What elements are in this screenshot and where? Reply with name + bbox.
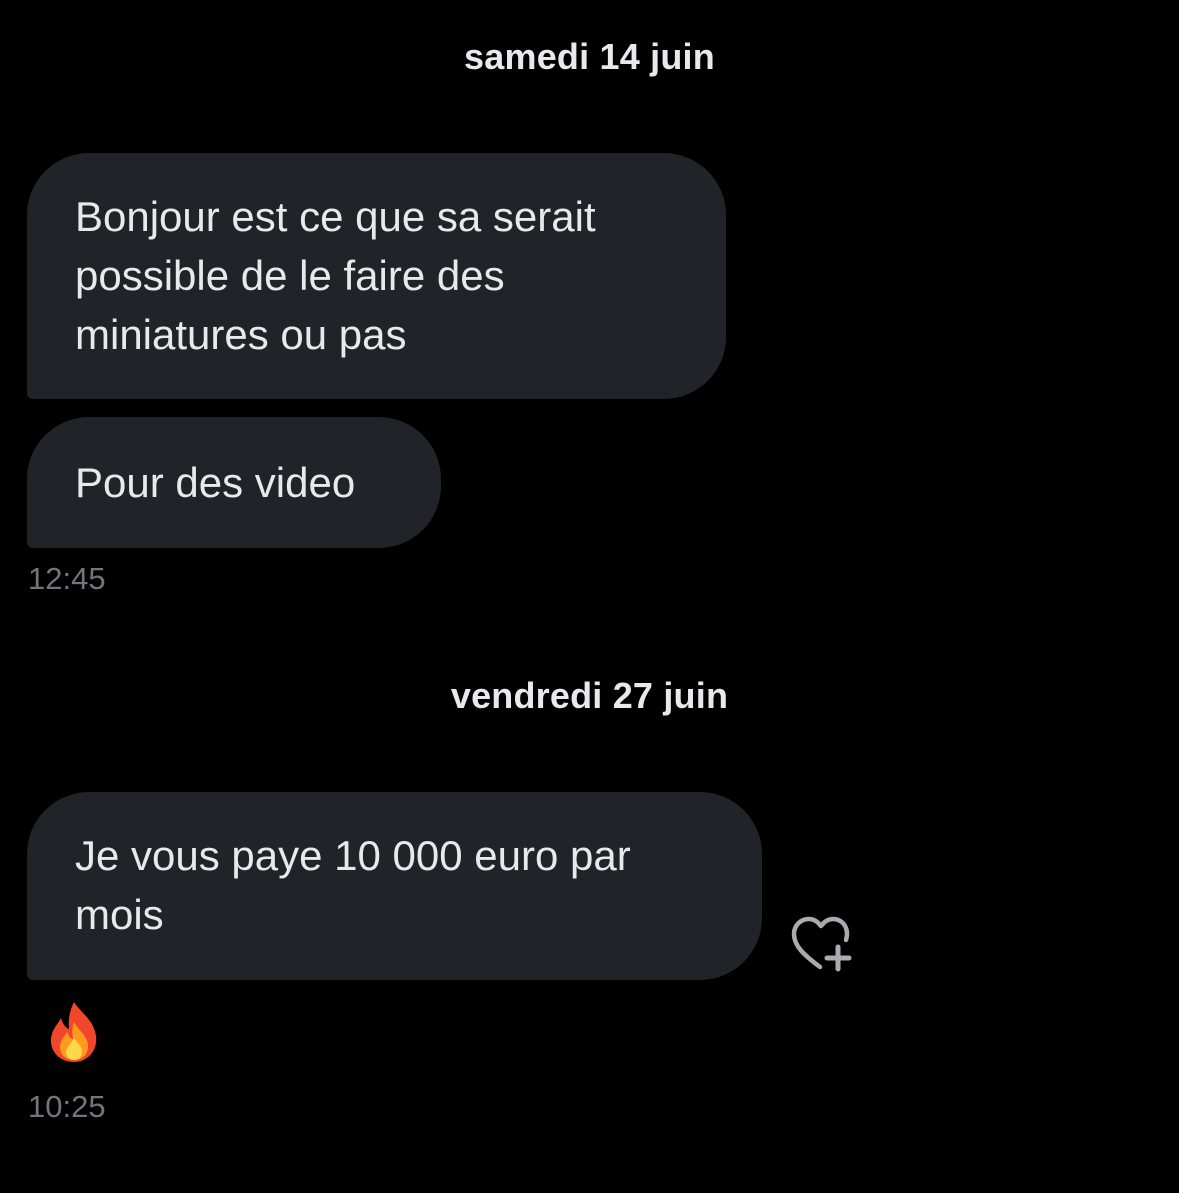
message-bubble[interactable]: Pour des video (27, 417, 441, 548)
message-text-line: Bonjour est ce que sa serait (75, 193, 596, 240)
fire-emoji[interactable] (44, 1000, 104, 1064)
message-bubble[interactable]: Bonjour est ce que sa serait possible de… (27, 153, 726, 399)
message-text-line: mois (75, 891, 164, 938)
message-text-line: Je vous paye 10 000 euro par (75, 832, 631, 879)
message-timestamp: 10:25 (28, 1089, 106, 1124)
date-separator: samedi 14 juin (464, 36, 715, 77)
date-separator: vendredi 27 juin (450, 675, 729, 716)
heart-plus-icon[interactable] (790, 915, 854, 973)
message-timestamp: 12:45 (28, 561, 106, 596)
message-text-line: Pour des video (75, 459, 356, 506)
message-text-line: miniatures ou pas (75, 311, 407, 358)
message-text-line: possible de le faire des (75, 252, 505, 299)
message-bubble[interactable]: Je vous paye 10 000 euro par mois (27, 792, 762, 980)
